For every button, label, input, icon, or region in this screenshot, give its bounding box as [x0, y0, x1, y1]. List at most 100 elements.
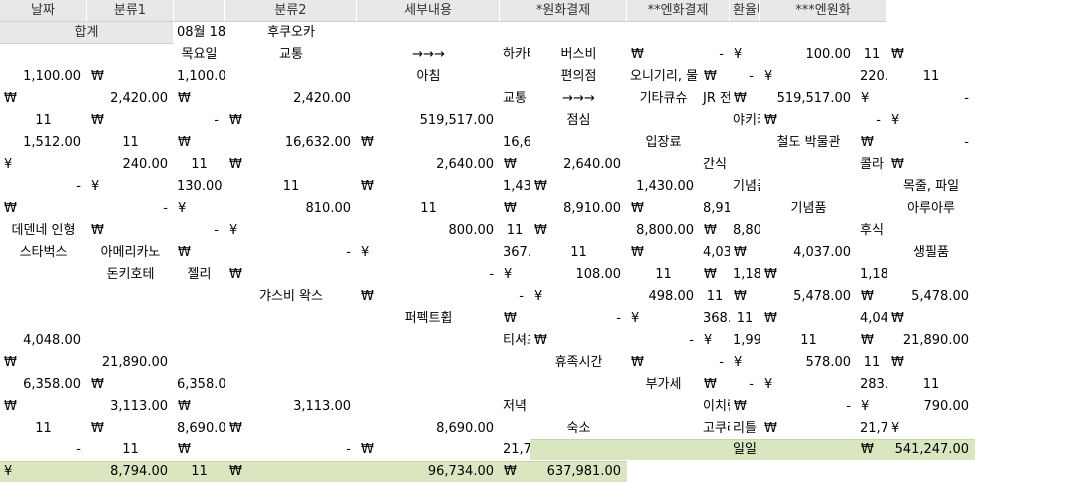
rate-cell[interactable]: 11 — [87, 132, 174, 154]
yen-amount-cell[interactable]: 368.00 — [700, 308, 730, 330]
arrow-cell[interactable] — [225, 330, 357, 352]
rate-cell[interactable]: 11 — [225, 176, 357, 198]
column-header-exchange-rate[interactable]: 환율비 — [730, 0, 760, 22]
category2-cell[interactable] — [760, 154, 857, 176]
won-amount-cell[interactable]: - — [700, 352, 730, 374]
yenwon-amount-cell[interactable]: 8,910.00 — [530, 198, 627, 220]
detail-cell[interactable]: 갸스비 왁스 — [225, 286, 357, 308]
grand-total-cell[interactable]: 637,981.00 — [530, 461, 627, 482]
total-amount-cell[interactable]: 4,037.00 — [760, 242, 857, 264]
category2-cell[interactable]: 아루아루 — [887, 198, 975, 220]
arrow-cell[interactable]: →→→ — [357, 44, 500, 66]
empty-cell[interactable] — [357, 88, 500, 110]
detail-cell[interactable]: 데덴네 인형 — [0, 220, 87, 242]
won-amount-cell[interactable]: - — [500, 286, 530, 308]
yenwon-amount-cell[interactable]: 21,890.00 — [887, 330, 975, 352]
empty-cell[interactable] — [87, 330, 174, 352]
yen-amount-cell[interactable]: 790.00 — [887, 396, 975, 418]
empty-cell[interactable] — [730, 198, 760, 220]
total-amount-cell[interactable]: 8,910.00 — [700, 198, 730, 220]
yenwon-amount-cell[interactable]: 16,632.00 — [225, 132, 357, 154]
category2-cell[interactable] — [530, 374, 627, 396]
rate-cell[interactable]: 11 — [857, 44, 887, 66]
category1-cell[interactable]: 간식 — [700, 154, 730, 176]
column-header-yen-payment[interactable]: **엔화결제 — [627, 0, 730, 22]
yenwon-amount-cell[interactable]: 2,420.00 — [87, 88, 174, 110]
empty-cell[interactable] — [627, 22, 700, 44]
arrow-cell[interactable] — [500, 66, 530, 88]
rate-cell[interactable]: 11 — [357, 198, 500, 220]
detail-cell[interactable]: 콜라 — [857, 154, 887, 176]
category2-cell[interactable]: 돈키호테 — [87, 264, 174, 286]
total-rate-cell[interactable]: 11 — [174, 461, 225, 482]
total-amount-cell[interactable]: 21,730.00 — [500, 439, 530, 461]
category2-cell[interactable]: 고쿠라 — [700, 418, 730, 440]
rate-cell[interactable]: 11 — [887, 66, 975, 88]
rate-cell[interactable]: 11 — [700, 286, 730, 308]
category2-cell[interactable]: 스타벅스 — [0, 242, 87, 264]
category1-cell[interactable]: 숙소 — [530, 418, 627, 440]
detail-cell[interactable]: 목줄, 파일 — [887, 176, 975, 198]
category2-cell[interactable] — [500, 352, 530, 374]
won-amount-cell[interactable]: - — [887, 132, 975, 154]
column-header-won-payment[interactable]: *원화결제 — [500, 0, 627, 22]
rate-cell[interactable]: 11 — [530, 242, 627, 264]
yen-amount-cell[interactable]: 108.00 — [530, 264, 627, 286]
empty-cell[interactable] — [357, 22, 500, 44]
arrow-cell[interactable] — [760, 176, 857, 198]
date-cell[interactable]: 08월 18일 — [174, 22, 225, 44]
detail-cell[interactable]: 오니기리, 물 — [627, 66, 700, 88]
column-header-total[interactable]: 합계 — [0, 22, 174, 44]
category1-cell[interactable]: 입장료 — [627, 132, 700, 154]
detail-cell[interactable]: 부가세 — [627, 374, 700, 396]
yen-amount-cell[interactable]: 800.00 — [357, 220, 500, 242]
empty-cell[interactable] — [500, 22, 530, 44]
category1-cell[interactable]: 기념품 — [730, 176, 760, 198]
yen-amount-cell[interactable]: 220.00 — [857, 66, 887, 88]
total-amount-cell[interactable]: 8,800.00 — [730, 220, 760, 242]
category1-cell[interactable] — [0, 286, 87, 308]
empty-cell[interactable] — [730, 22, 760, 44]
won-amount-cell[interactable]: - — [530, 308, 627, 330]
empty-cell[interactable] — [857, 242, 887, 264]
empty-cell[interactable] — [357, 396, 500, 418]
rate-cell[interactable]: 11 — [857, 352, 887, 374]
category1-cell[interactable] — [357, 374, 500, 396]
empty-cell[interactable] — [0, 44, 87, 66]
yenwon-amount-cell[interactable]: 8,690.00 — [174, 418, 225, 440]
category2-cell[interactable] — [700, 110, 730, 132]
total-amount-cell[interactable]: 1,188.00 — [857, 264, 887, 286]
arrow-cell[interactable] — [0, 264, 87, 286]
city-cell[interactable]: 후쿠오카 — [225, 22, 357, 44]
won-amount-cell[interactable]: - — [87, 198, 174, 220]
won-amount-cell[interactable]: - — [730, 374, 760, 396]
won-amount-cell[interactable]: - — [174, 220, 225, 242]
category2-cell[interactable] — [627, 396, 700, 418]
yen-amount-cell[interactable]: 240.00 — [87, 154, 174, 176]
yen-amount-cell[interactable]: - — [887, 88, 975, 110]
yen-amount-cell[interactable]: 578.00 — [760, 352, 857, 374]
total-amount-cell[interactable]: 5,478.00 — [887, 286, 975, 308]
yenwon-amount-cell[interactable]: 4,048.00 — [857, 308, 887, 330]
category2-cell[interactable] — [174, 286, 225, 308]
empty-cell[interactable] — [700, 176, 730, 198]
category2-cell[interactable]: 기타큐슈 — [627, 88, 700, 110]
total-amount-cell[interactable]: 2,420.00 — [225, 88, 357, 110]
category2-cell[interactable] — [730, 132, 760, 154]
empty-cell[interactable] — [760, 22, 857, 44]
empty-cell[interactable] — [225, 374, 357, 396]
yenwon-amount-cell[interactable]: 1,430.00 — [500, 176, 530, 198]
total-amount-cell[interactable]: 8,690.00 — [357, 418, 500, 440]
category2-cell[interactable]: 하카타역 — [500, 44, 530, 66]
total-amount-cell[interactable]: 1,100.00 — [174, 66, 225, 88]
category1-cell[interactable] — [87, 308, 174, 330]
rate-cell[interactable]: 11 — [87, 439, 174, 461]
won-amount-cell[interactable]: 519,517.00 — [760, 88, 857, 110]
empty-cell[interactable] — [887, 264, 975, 286]
empty-cell[interactable] — [530, 439, 627, 460]
empty-cell[interactable] — [700, 22, 730, 44]
empty-cell[interactable] — [700, 439, 730, 460]
category1-cell[interactable]: 교통 — [500, 88, 530, 110]
column-header-category1[interactable]: 분류1 — [87, 0, 174, 22]
total-amount-cell[interactable]: 6,358.00 — [174, 374, 225, 396]
